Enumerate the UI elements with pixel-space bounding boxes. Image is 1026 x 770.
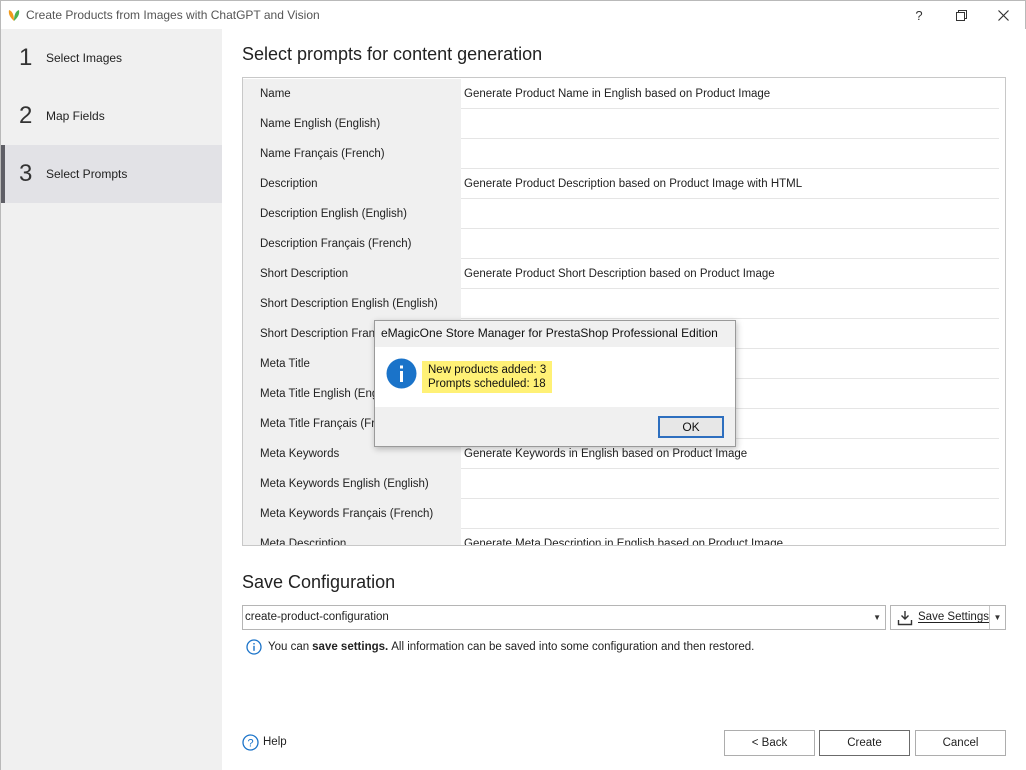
field-name-cell: Meta Keywords English (English) (243, 469, 461, 499)
cancel-button[interactable]: Cancel (915, 730, 1006, 756)
help-icon: ? (242, 733, 259, 751)
dialog-message: New products added: 3 Prompts scheduled:… (422, 361, 553, 393)
info-icon (386, 358, 417, 389)
field-name-cell: Short Description English (English) (243, 289, 461, 319)
table-row[interactable]: Meta Keywords Français (French) (243, 499, 1005, 529)
restore-button[interactable] (939, 1, 983, 29)
ok-button[interactable]: OK (658, 416, 724, 438)
save-settings-dropdown[interactable]: ▼ (989, 606, 1005, 629)
field-name-cell: Name Français (French) (243, 139, 461, 169)
table-row[interactable]: Short Description English (English) (243, 289, 1005, 319)
restore-icon (955, 9, 967, 21)
field-name-cell: Name (243, 79, 461, 109)
info-bold: save settings. (312, 641, 389, 653)
prompt-cell[interactable] (461, 229, 999, 259)
window-title: Create Products from Images with ChatGPT… (26, 8, 320, 22)
prompts-grid[interactable]: Name Generate Product Name in English bas… (242, 77, 1006, 546)
close-icon (997, 9, 1009, 21)
table-row[interactable]: Name Generate Product Name in English bas… (243, 79, 1005, 109)
prompt-cell[interactable]: Generate Product Name in English based o… (461, 79, 999, 109)
step-select-prompts[interactable]: 3 Select Prompts (1, 145, 222, 203)
save-settings-button[interactable]: Save Settings ▼ (890, 605, 1006, 630)
app-logo-icon (8, 10, 20, 21)
download-icon (897, 611, 913, 626)
save-config-title: Save Configuration (242, 572, 396, 592)
prompt-cell[interactable] (461, 469, 999, 499)
table-row[interactable]: Name English (English) (243, 109, 1005, 139)
field-name-cell: Description Français (French) (243, 229, 461, 259)
dialog-body: New products added: 3 Prompts scheduled:… (375, 347, 735, 407)
message-dialog: eMagicOne Store Manager for PrestaShop P… (374, 320, 736, 447)
step-number: 1 (19, 44, 33, 71)
info-suffix: All information can be saved into some c… (391, 641, 755, 653)
table-row[interactable]: Description Generate Product Description … (243, 169, 1005, 199)
configuration-select[interactable]: create-product-configuration ▼ (242, 605, 886, 630)
field-name-cell: Description (243, 169, 461, 199)
prompts-title: Select prompts for content generation (242, 44, 543, 64)
step-number: 3 (19, 160, 33, 187)
field-name-cell: Description English (English) (243, 199, 461, 229)
info-icon (246, 639, 262, 655)
step-label: Map Fields (46, 109, 105, 123)
svg-text:?: ? (247, 737, 253, 749)
field-name-cell: Short Description (243, 259, 461, 289)
save-settings-label: Save Settings (918, 611, 989, 623)
table-row[interactable]: Short Description Generate Product Short … (243, 259, 1005, 289)
prompt-cell[interactable] (461, 109, 999, 139)
wizard-sidebar: 1 Select Images 2 Map Fields 3 Select Pr… (1, 29, 222, 770)
title-bar: Create Products from Images with ChatGPT… (1, 1, 1025, 29)
prompt-cell[interactable]: Generate Product Short Description based… (461, 259, 999, 289)
table-row[interactable]: Description Français (French) (243, 229, 1005, 259)
configuration-value: create-product-configuration (245, 611, 389, 623)
info-prefix: You can (268, 641, 310, 653)
step-label: Select Prompts (46, 167, 128, 181)
table-row[interactable]: Description English (English) (243, 199, 1005, 229)
table-row[interactable]: Meta Keywords English (English) (243, 469, 1005, 499)
help-title-button[interactable]: ? (897, 1, 941, 29)
dropdown-arrow-icon[interactable]: ▼ (873, 606, 881, 629)
step-number: 2 (19, 102, 33, 129)
step-label: Select Images (46, 51, 123, 65)
prompt-cell[interactable] (461, 499, 999, 529)
dialog-line-products: New products added: 3 (428, 364, 547, 376)
create-button[interactable]: Create (819, 730, 910, 756)
help-link[interactable]: ? Help (242, 733, 287, 751)
close-button[interactable] (981, 1, 1025, 29)
help-label: Help (263, 736, 287, 748)
prompt-cell[interactable]: Generate Meta Description in English bas… (461, 529, 999, 545)
prompt-cell[interactable] (461, 199, 999, 229)
dialog-line-prompts: Prompts scheduled: 18 (428, 378, 546, 390)
prompt-cell[interactable] (461, 289, 999, 319)
table-row[interactable]: Meta Description Generate Meta Descriptio… (243, 529, 1005, 545)
field-name-cell: Meta Description (243, 529, 461, 545)
step-map-fields[interactable]: 2 Map Fields (1, 87, 222, 145)
table-row[interactable]: Name Français (French) (243, 139, 1005, 169)
dialog-title: eMagicOne Store Manager for PrestaShop P… (381, 326, 718, 340)
prompt-cell[interactable]: Generate Product Description based on Pr… (461, 169, 999, 199)
step-select-images[interactable]: 1 Select Images (1, 29, 222, 87)
app-window: Create Products from Images with ChatGPT… (0, 0, 1026, 770)
field-name-cell: Name English (English) (243, 109, 461, 139)
prompt-cell[interactable] (461, 139, 999, 169)
back-button[interactable]: < Back (724, 730, 815, 756)
field-name-cell: Meta Keywords Français (French) (243, 499, 461, 529)
save-info-text: You can save settings. All information c… (246, 638, 754, 656)
